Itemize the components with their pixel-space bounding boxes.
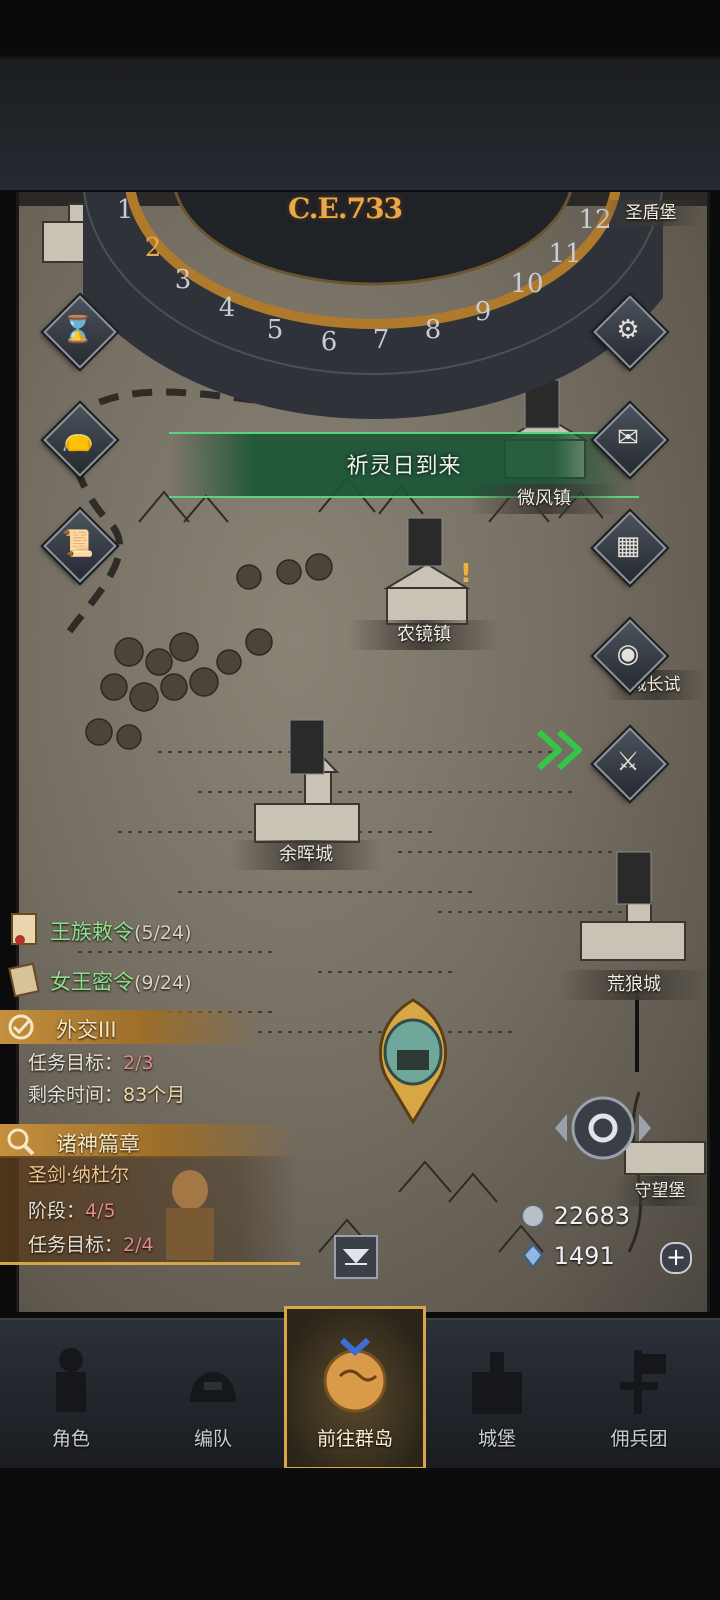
quest-queen-secret[interactable]: 女王密令(9/24) bbox=[0, 960, 260, 1000]
svg-text:6: 6 bbox=[321, 327, 338, 357]
scroll-icon bbox=[8, 962, 40, 998]
bottom-nav: 角色 编队 前往群岛 城堡 佣兵团 bbox=[0, 1306, 720, 1470]
diplomacy-time: 剩余时间：83个月 bbox=[28, 1084, 186, 1106]
silver-amount: 22683 bbox=[553, 1202, 630, 1230]
crystal-icon bbox=[522, 1243, 544, 1269]
globe-icon bbox=[323, 1337, 387, 1413]
bag-button[interactable]: 👝 bbox=[43, 403, 117, 477]
saga-target: 任务目标：2/4 bbox=[28, 1234, 154, 1256]
helmet-button[interactable]: ⚔ bbox=[593, 727, 667, 801]
bottom-bar bbox=[0, 1468, 720, 1600]
town-label: 余晖城 bbox=[231, 840, 381, 870]
nav-castle[interactable]: 城堡 bbox=[426, 1320, 568, 1470]
target-check-icon bbox=[8, 1014, 34, 1040]
saga-stage: 阶段：4/5 bbox=[28, 1200, 116, 1222]
diplomacy-title: 外交III bbox=[56, 1018, 117, 1042]
nav-character[interactable]: 角色 bbox=[0, 1320, 142, 1470]
diplomacy-target: 任务目标：2/3 bbox=[28, 1052, 154, 1074]
top-status-area bbox=[0, 0, 720, 190]
magnifier-icon bbox=[7, 1128, 35, 1156]
svg-text:8: 8 bbox=[425, 315, 442, 345]
svg-text:7: 7 bbox=[373, 325, 390, 355]
town-label: 荒狼城 bbox=[559, 970, 707, 1000]
event-banner-text: 祈灵日到来 bbox=[346, 454, 462, 479]
nav-mercenary[interactable]: 佣兵团 bbox=[568, 1320, 710, 1470]
settings-gear-icon: ⚙ bbox=[616, 315, 640, 345]
saga-divider bbox=[0, 1262, 300, 1265]
scroll-button[interactable]: 📜 bbox=[43, 509, 117, 583]
mail-button[interactable]: ✉ bbox=[593, 403, 667, 477]
coin-button[interactable]: ◉ bbox=[593, 619, 667, 693]
money-bag-icon: 👝 bbox=[61, 423, 95, 453]
month-1: 1 bbox=[117, 195, 134, 225]
svg-text:4: 4 bbox=[219, 293, 236, 323]
svg-text:10: 10 bbox=[510, 269, 543, 299]
plus-icon: + bbox=[665, 1243, 687, 1271]
frame-button[interactable]: ▦ bbox=[593, 511, 667, 585]
nav-label: 佣兵团 bbox=[610, 1428, 668, 1450]
nav-islands[interactable]: 前往群岛 bbox=[284, 1306, 426, 1470]
silver-coin-icon bbox=[521, 1204, 545, 1228]
silver-resource: 22683 bbox=[520, 1202, 630, 1230]
saga-tag[interactable]: 诸神篇章 bbox=[0, 1124, 300, 1158]
svg-text:!: ! bbox=[460, 559, 472, 589]
svg-text:5: 5 bbox=[267, 315, 284, 345]
svg-text:3: 3 bbox=[175, 265, 192, 295]
hourglass-button[interactable]: ⌛ bbox=[43, 295, 117, 369]
knight-icon bbox=[56, 1348, 86, 1412]
nav-label: 城堡 bbox=[477, 1428, 516, 1450]
coin-icon: ◉ bbox=[616, 639, 640, 669]
scroll-icon bbox=[11, 913, 37, 945]
crystal-amount: 1491 bbox=[553, 1242, 615, 1270]
frame-icon: ▦ bbox=[615, 531, 641, 561]
town-label: 圣盾堡 bbox=[601, 200, 701, 226]
nav-formation[interactable]: 编队 bbox=[142, 1320, 284, 1470]
crystal-resource: 1491 bbox=[520, 1242, 615, 1270]
hourglass-icon: ⌛ bbox=[61, 315, 95, 345]
town-label: 微风镇 bbox=[469, 484, 619, 514]
scroll-icon: 📜 bbox=[61, 529, 95, 559]
saga-title: 诸神篇章 bbox=[56, 1132, 140, 1156]
helmet-sword-icon: ⚔ bbox=[616, 747, 640, 777]
diplomacy-tag[interactable]: 外交III bbox=[0, 1010, 260, 1044]
quest-count: (5/24) bbox=[134, 922, 192, 944]
nav-label: 编队 bbox=[193, 1428, 232, 1450]
svg-text:9: 9 bbox=[475, 297, 492, 327]
quest-title: 王族敕令 bbox=[50, 920, 134, 944]
mail-icon: ✉ bbox=[617, 423, 639, 453]
svg-text:11: 11 bbox=[548, 239, 581, 269]
nav-label: 角色 bbox=[51, 1428, 90, 1450]
month-2-current: 2 bbox=[145, 233, 162, 263]
helmet-icon bbox=[190, 1372, 236, 1402]
era-label: C.E.733 bbox=[287, 192, 403, 225]
mercenary-banner-icon bbox=[620, 1350, 666, 1414]
saga-hero: 圣剑·纳杜尔 bbox=[28, 1164, 130, 1186]
castle-icon bbox=[472, 1352, 522, 1414]
hero-portrait bbox=[166, 1170, 214, 1260]
add-crystal-button[interactable]: + bbox=[660, 1242, 692, 1274]
quest-count: (9/24) bbox=[134, 972, 192, 994]
quest-title: 女王密令 bbox=[50, 970, 134, 994]
settings-button[interactable]: ⚙ bbox=[593, 295, 667, 369]
quest-royal-decree[interactable]: 王族敕令(5/24) bbox=[0, 910, 260, 950]
nav-label: 前往群岛 bbox=[316, 1428, 393, 1450]
town-label: 农镜镇 bbox=[349, 620, 499, 650]
